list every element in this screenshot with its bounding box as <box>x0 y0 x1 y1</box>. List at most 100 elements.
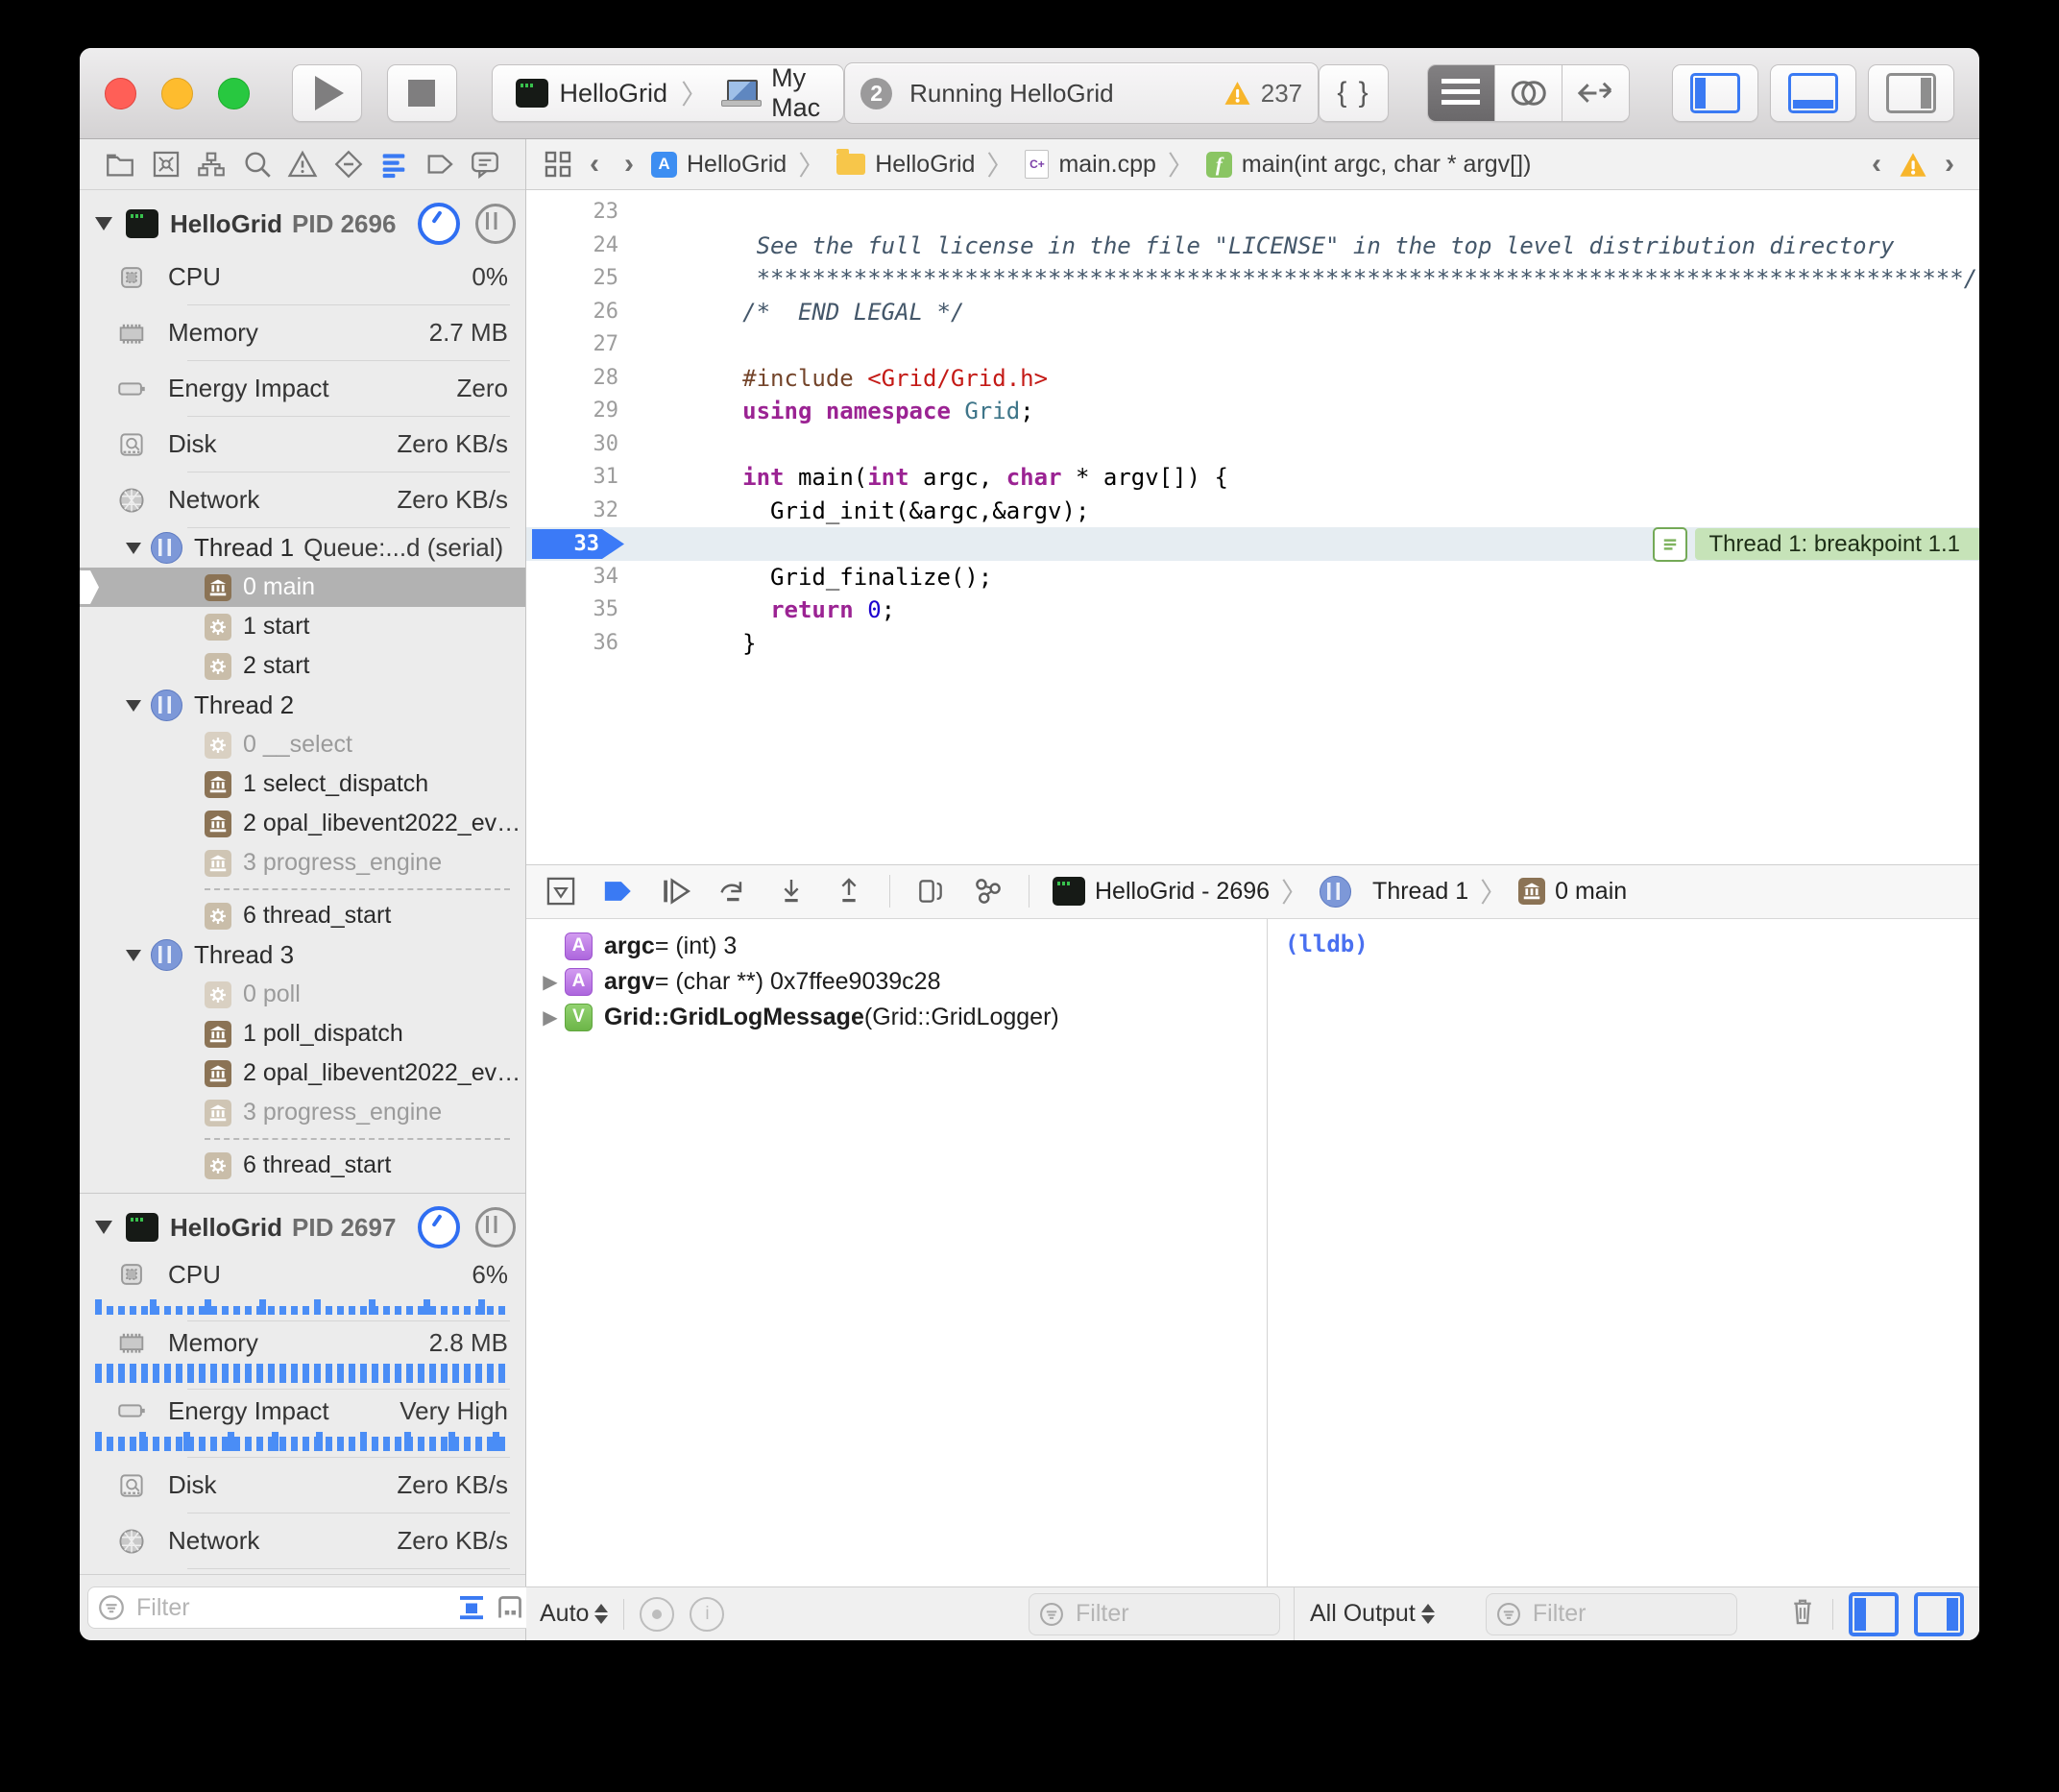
disclosure-arrow-icon[interactable]: ▶ <box>536 970 565 994</box>
step-into-button[interactable] <box>774 874 809 908</box>
run-button[interactable] <box>292 64 362 122</box>
continue-button[interactable] <box>659 874 693 908</box>
code-line[interactable]: 35} <box>526 593 1979 627</box>
console-filter-field[interactable] <box>1486 1593 1737 1635</box>
variables-view[interactable]: A argc = (int) 3 ▶ A argv = (char **) 0x… <box>526 919 1268 1587</box>
test-navigator-icon[interactable] <box>327 143 370 185</box>
crashed-threads-toggle-icon[interactable] <box>496 1593 524 1622</box>
variable-row[interactable]: ▶ V Grid::GridLogMessage (Grid::GridLogg… <box>526 1000 1267 1035</box>
threads-view-icon[interactable] <box>475 204 516 244</box>
standard-editor-button[interactable] <box>1428 65 1495 121</box>
stat-row[interactable]: Memory 2.7 MB <box>80 305 525 360</box>
disclosure-triangle-icon[interactable] <box>126 950 141 961</box>
variables-filter-input[interactable] <box>1074 1599 1270 1629</box>
code-line[interactable]: 24 *************************************… <box>526 230 1979 263</box>
issue-navigator-icon[interactable] <box>281 143 324 185</box>
scheme-selector[interactable]: HelloGrid 〉 My Mac <box>492 64 845 122</box>
stack-frame-row[interactable]: 6 thread_start <box>80 1146 525 1185</box>
step-over-button[interactable] <box>716 874 751 908</box>
threads-view-icon[interactable] <box>475 1207 516 1247</box>
symbol-navigator-icon[interactable] <box>190 143 232 185</box>
breakpoint-navigator-icon[interactable] <box>419 143 461 185</box>
code-line[interactable]: 26 <box>526 296 1979 329</box>
activity-view[interactable]: 2 Running HelloGrid 237 <box>844 62 1319 124</box>
zoom-button[interactable] <box>218 78 250 109</box>
debug-crumb-process[interactable]: HelloGrid - 2696 <box>1095 878 1270 906</box>
related-items-icon[interactable] <box>544 150 572 179</box>
show-variables-view-toggle[interactable] <box>1849 1592 1899 1636</box>
version-editor-button[interactable] <box>1562 65 1629 121</box>
stack-frame-row[interactable]: 0 poll <box>80 975 525 1014</box>
close-button[interactable] <box>105 78 136 109</box>
code-line[interactable]: 32 std::cout << GridLogMessage << "Hello… <box>526 495 1979 528</box>
disclosure-triangle-icon[interactable] <box>126 543 141 554</box>
next-issue-button[interactable]: › <box>1937 148 1962 181</box>
view-debugger-button[interactable] <box>913 874 948 908</box>
code-line[interactable]: 29 <box>526 395 1979 428</box>
stop-button[interactable] <box>387 64 457 122</box>
output-dropdown[interactable]: All Output <box>1310 1600 1435 1628</box>
stat-row[interactable]: Memory 2.8 MB <box>80 1321 525 1364</box>
quicklook-icon[interactable] <box>640 1597 674 1632</box>
braces-button[interactable]: { } <box>1319 64 1389 122</box>
disclosure-triangle-icon[interactable] <box>95 217 112 230</box>
flat-frames-toggle-icon[interactable] <box>457 1593 486 1622</box>
inspector-toggle-button[interactable] <box>1868 64 1954 122</box>
stack-frame-row[interactable]: 2 opal_libevent2022_ev… <box>80 1053 525 1093</box>
stack-frame-row[interactable]: 1 select_dispatch <box>80 764 525 804</box>
project-navigator-icon[interactable] <box>99 143 141 185</box>
breakpoints-toggle-button[interactable] <box>601 874 636 908</box>
stat-row[interactable]: Network Zero KB/s <box>80 472 525 527</box>
info-icon[interactable]: i <box>690 1597 724 1632</box>
performance-gauge-icon[interactable] <box>418 1206 460 1248</box>
breakpoint-annotation[interactable]: Thread 1: breakpoint 1.1 <box>1653 528 1979 560</box>
minimize-button[interactable] <box>161 78 193 109</box>
stack-frame-row[interactable]: 6 thread_start <box>80 896 525 935</box>
stack-frame-row[interactable]: 3 progress_engine <box>80 843 525 883</box>
warning-counter[interactable]: 237 <box>1223 79 1302 109</box>
navigator-filter-input[interactable] <box>134 1593 448 1623</box>
jumpbar-crumb[interactable]: C+main.cpp <box>1025 150 1155 179</box>
disclosure-triangle-icon[interactable] <box>126 700 141 712</box>
source-control-navigator-icon[interactable] <box>145 143 187 185</box>
navigator-toggle-button[interactable] <box>1672 64 1758 122</box>
console-filter-input[interactable] <box>1531 1599 1727 1629</box>
debug-area-toggle-button[interactable] <box>1770 64 1856 122</box>
code-line[interactable]: 30int main(int argc, char * argv[]) { <box>526 428 1979 462</box>
thread-row[interactable]: Thread 3 <box>80 935 525 975</box>
stat-row[interactable]: Energy Impact Very High <box>80 1390 525 1432</box>
stack-frame-row[interactable]: 1 poll_dispatch <box>80 1014 525 1053</box>
memory-graph-button[interactable] <box>971 874 1005 908</box>
report-navigator-icon[interactable] <box>464 143 506 185</box>
code-line[interactable]: 33 Grid_finalize();Thread 1: breakpoint … <box>526 527 1979 561</box>
process-row[interactable]: HelloGrid PID 2696 <box>80 198 525 250</box>
find-navigator-icon[interactable] <box>236 143 279 185</box>
stat-row[interactable]: CPU 0% <box>80 250 525 304</box>
stat-row[interactable]: Disk Zero KB/s <box>80 417 525 472</box>
debug-navigator-icon[interactable] <box>373 143 415 185</box>
thread-row[interactable]: Thread 1 Queue:...d (serial) <box>80 528 525 568</box>
navigator-filter-field[interactable] <box>87 1586 573 1629</box>
source-editor[interactable]: 23 See the full license in the file "LIC… <box>526 190 1979 864</box>
thread-row[interactable]: Thread 2 <box>80 686 525 725</box>
variable-row[interactable]: A argc = (int) 3 <box>526 929 1267 964</box>
stack-frame-row[interactable]: 2 opal_libevent2022_ev… <box>80 804 525 843</box>
stat-row[interactable]: Network Zero KB/s <box>80 1514 525 1568</box>
forward-button[interactable]: › <box>617 148 642 181</box>
stack-frame-row[interactable]: 0 main <box>80 568 525 607</box>
breakpoint-marker[interactable]: 33 <box>532 529 624 559</box>
hide-debug-area-button[interactable] <box>544 874 578 908</box>
step-out-button[interactable] <box>832 874 866 908</box>
show-console-toggle[interactable] <box>1914 1592 1964 1636</box>
back-button[interactable]: ‹ <box>582 148 607 181</box>
issue-warning-icon[interactable] <box>1899 152 1927 178</box>
clear-console-button[interactable] <box>1788 1595 1817 1633</box>
stack-frame-row[interactable]: 0 __select <box>80 725 525 764</box>
jumpbar-crumb[interactable]: AHelloGrid <box>651 151 787 179</box>
stat-row[interactable]: Disk Zero KB/s <box>80 1458 525 1513</box>
console-output[interactable]: (lldb) <box>1268 919 1979 1587</box>
stat-row[interactable]: CPU 6% <box>80 1253 525 1296</box>
debug-crumb-frame[interactable]: 0 main <box>1555 878 1627 906</box>
variables-filter-field[interactable] <box>1029 1593 1280 1635</box>
process-row[interactable]: HelloGrid PID 2697 <box>80 1201 525 1253</box>
